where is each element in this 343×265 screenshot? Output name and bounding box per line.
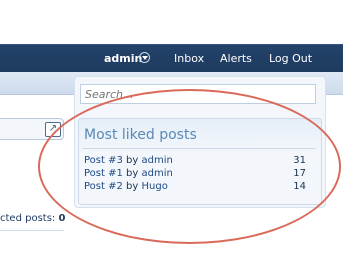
logout-link[interactable]: Log Out: [269, 52, 312, 65]
divider: [0, 230, 64, 231]
user-menu[interactable]: admin: [104, 52, 142, 65]
top-navigation-bar: admin Inbox Alerts Log Out: [0, 44, 343, 73]
highlight-ellipse: [38, 89, 341, 244]
selected-posts-count: cted posts: 0: [0, 213, 66, 224]
chevron-down-icon[interactable]: [139, 52, 150, 63]
inbox-link[interactable]: Inbox: [174, 52, 204, 65]
alerts-link[interactable]: Alerts: [220, 52, 252, 65]
